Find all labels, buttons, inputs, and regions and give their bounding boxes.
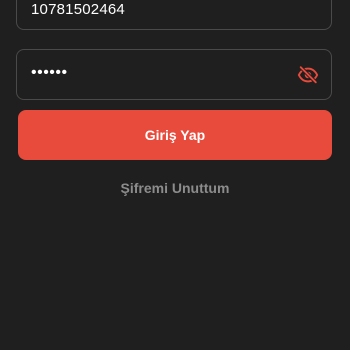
forgot-password-link[interactable]: Şifremi Unuttum (0, 180, 350, 196)
phone-field[interactable]: 10781502464 (16, 0, 332, 30)
phone-value: 10781502464 (31, 1, 125, 18)
eye-off-icon[interactable] (297, 64, 319, 86)
login-button[interactable]: Giriş Yap (18, 110, 332, 160)
login-screen: 10781502464 •••••• Giriş Yap Şifremi Unu… (0, 0, 350, 350)
password-field[interactable]: •••••• (16, 49, 332, 100)
password-value: •••••• (31, 64, 68, 81)
